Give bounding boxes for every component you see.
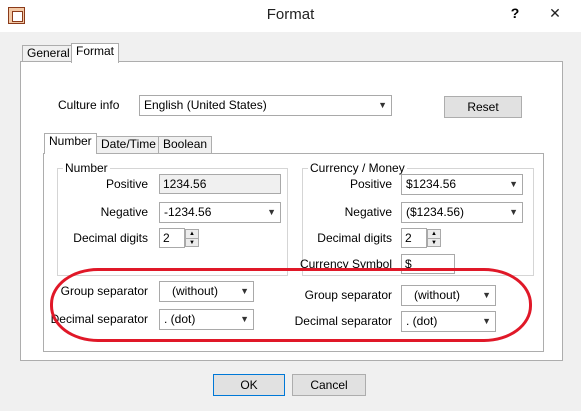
number-negative-label: Negative [100,205,148,219]
currency-negative-value: ($1234.56) [406,205,465,219]
number-negative-value: -1234.56 [164,205,212,219]
tab-number[interactable]: Number [44,133,97,154]
window-title: Format [266,6,315,23]
currency-group-separator-label: Group separator [304,288,392,302]
number-decimal-separator-select[interactable]: . (dot) ▼ [159,309,254,330]
number-positive-field: 1234.56 [159,174,281,194]
currency-negative-select[interactable]: ($1234.56) ▼ [401,202,523,223]
number-decimal-separator-label: Decimal separator [50,312,148,326]
currency-positive-label: Positive [349,177,392,191]
currency-negative-label: Negative [344,205,392,219]
number-decimal-digits-field[interactable]: 2 [159,228,185,248]
stepper-up-icon[interactable]: ▲ [428,230,440,238]
number-decimal-separator-value: . (dot) [164,312,196,326]
chevron-down-icon: ▼ [482,316,491,326]
currency-decimal-separator-select[interactable]: . (dot) ▼ [401,311,496,332]
currency-decimal-separator-value: . (dot) [406,314,438,328]
chevron-down-icon: ▼ [378,100,387,110]
chevron-down-icon: ▼ [267,207,276,217]
culture-info-select[interactable]: English (United States) ▼ [139,95,392,116]
chevron-down-icon: ▼ [240,314,249,324]
close-icon[interactable]: ✕ [531,1,579,25]
currency-positive-select[interactable]: $1234.56 ▼ [401,174,523,195]
chevron-down-icon: ▼ [482,290,491,300]
tab-date-time[interactable]: Date/Time [96,136,161,154]
number-group-separator-label: Group separator [60,284,148,298]
currency-decimal-digits-stepper[interactable]: ▲ ▼ [427,229,441,247]
number-decimal-digits-label: Decimal digits [73,231,148,245]
currency-decimal-digits-field[interactable]: 2 [401,228,427,248]
currency-symbol-field[interactable]: $ [401,254,455,274]
currency-decimal-digits-label: Decimal digits [317,231,392,245]
currency-group-separator-select[interactable]: (without) ▼ [401,285,496,306]
currency-group-title: Currency / Money [308,161,407,175]
tab-format[interactable]: Format [71,43,120,63]
culture-info-label: Culture info [58,98,120,112]
chevron-down-icon: ▼ [240,286,249,296]
stepper-up-icon[interactable]: ▲ [186,230,198,238]
chevron-down-icon: ▼ [509,207,518,217]
cancel-button[interactable]: Cancel [292,374,366,396]
number-group-separator-select[interactable]: (without) ▼ [159,281,254,302]
ok-button[interactable]: OK [213,374,285,396]
currency-symbol-label: Currency Symbol [299,257,392,271]
number-positive-label: Positive [105,177,148,191]
number-group-title: Number [63,161,110,175]
currency-decimal-separator-label: Decimal separator [294,314,392,328]
culture-info-value: English (United States) [144,98,267,112]
currency-group-separator-value: (without) [414,288,461,302]
chevron-down-icon: ▼ [509,179,518,189]
stepper-down-icon[interactable]: ▼ [428,238,440,247]
stepper-down-icon[interactable]: ▼ [186,238,198,247]
number-negative-select[interactable]: -1234.56 ▼ [159,202,281,223]
help-button[interactable]: ? [505,3,525,23]
tab-boolean[interactable]: Boolean [158,136,213,154]
number-decimal-digits-stepper[interactable]: ▲ ▼ [185,229,199,247]
currency-positive-value: $1234.56 [406,177,457,191]
reset-button[interactable]: Reset [444,96,522,118]
number-group-separator-value: (without) [172,284,219,298]
